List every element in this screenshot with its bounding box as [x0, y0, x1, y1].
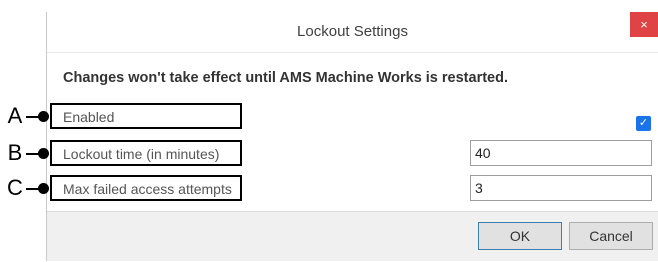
- checkmark-icon: ✓: [638, 117, 649, 129]
- callout-c-dot: [38, 183, 49, 194]
- close-icon: ×: [640, 17, 648, 32]
- dialog-title: Lockout Settings: [297, 23, 408, 40]
- dialog-footer: OK Cancel: [47, 211, 658, 261]
- callout-a-dot: [38, 111, 49, 122]
- callout-b-box: [50, 140, 242, 166]
- callout-a-box: [50, 103, 242, 129]
- close-button[interactable]: ×: [630, 12, 658, 37]
- lockout-settings-dialog: Lockout Settings × Changes won't take ef…: [46, 12, 658, 261]
- callout-a-letter: A: [7, 103, 23, 128]
- callout-c-letter: C: [7, 175, 23, 200]
- callout-c-box: [50, 175, 242, 201]
- ok-button[interactable]: OK: [478, 222, 562, 250]
- restart-notice: Changes won't take effect until AMS Mach…: [63, 70, 508, 86]
- max-attempts-input[interactable]: [470, 175, 652, 201]
- callout-b-letter: B: [7, 140, 23, 165]
- cancel-button[interactable]: Cancel: [569, 222, 653, 250]
- title-bar: Lockout Settings ×: [47, 12, 658, 53]
- callout-b-dot: [38, 148, 49, 159]
- enabled-checkbox[interactable]: ✓: [636, 116, 651, 131]
- lockout-time-input[interactable]: [470, 140, 652, 166]
